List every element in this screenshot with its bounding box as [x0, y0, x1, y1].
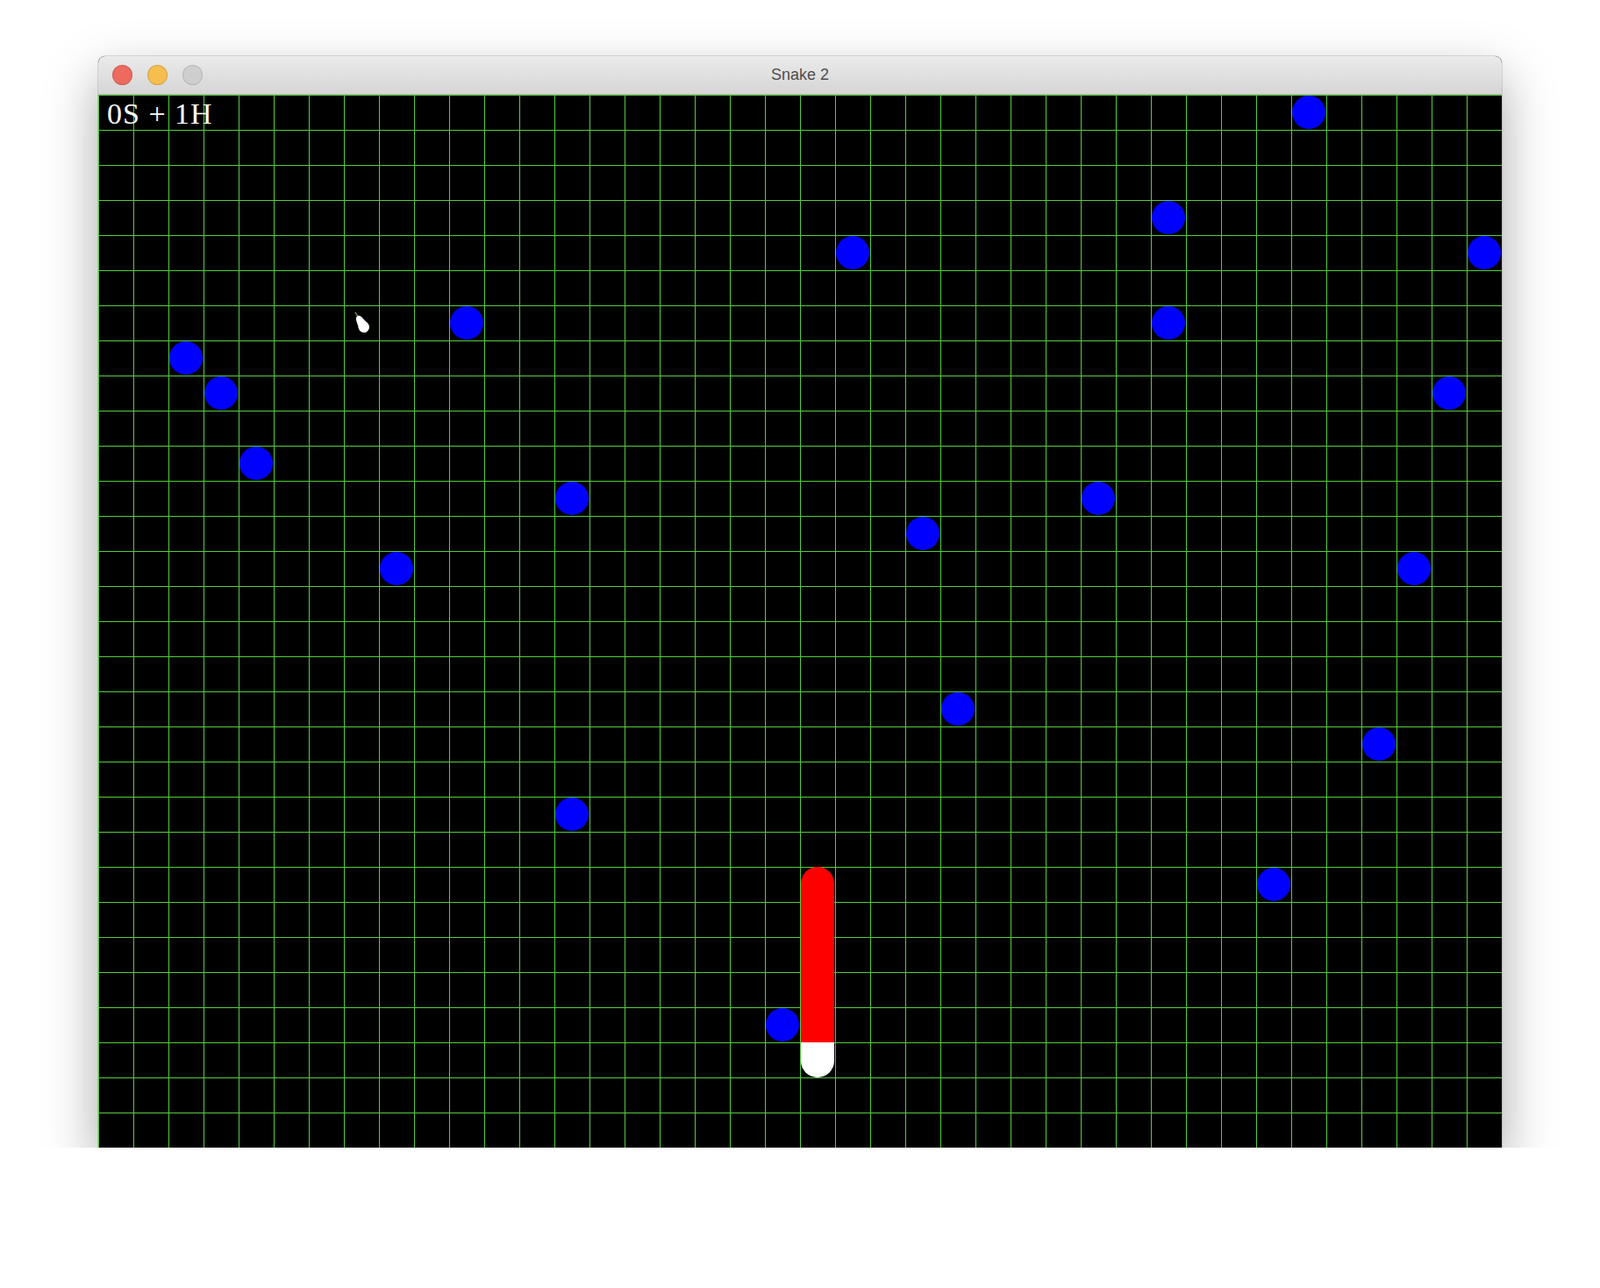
- blue-dot: [1081, 481, 1115, 515]
- snake-body: [800, 971, 835, 1008]
- snake-body: [800, 866, 835, 902]
- blue-dot: [1292, 95, 1326, 129]
- blue-dot: [450, 306, 484, 340]
- blue-dot: [1397, 551, 1431, 586]
- blue-dot: [555, 797, 589, 831]
- window-controls: [112, 64, 772, 86]
- game-board: 0S + 1H: [98, 94, 1502, 1148]
- blue-dot: [379, 551, 414, 586]
- close-button[interactable]: [112, 64, 133, 86]
- pear-icon: [343, 305, 379, 341]
- blue-dot: [1151, 200, 1186, 235]
- snake-body: [800, 1007, 835, 1043]
- blue-dot: [1151, 306, 1186, 340]
- blue-dot: [1432, 376, 1466, 410]
- blue-dot: [941, 692, 975, 726]
- blue-dot: [1467, 235, 1501, 270]
- blue-dot: [555, 481, 589, 515]
- blue-dot: [169, 341, 203, 375]
- title-bar: Snake 2: [98, 56, 1502, 95]
- zoom-button: [182, 64, 203, 86]
- blue-dot: [204, 376, 238, 410]
- score-label: 0S + 1H: [107, 96, 214, 131]
- blue-dot: [239, 446, 273, 480]
- game-window: Snake 2 0S + 1H: [98, 56, 1502, 1148]
- minimize-button[interactable]: [147, 64, 168, 86]
- blue-dot: [1257, 867, 1291, 901]
- blue-dot: [835, 235, 870, 270]
- snake-body: [800, 901, 835, 937]
- window-title: Snake 2: [771, 63, 829, 87]
- blue-dot: [906, 516, 940, 550]
- snake-body: [800, 936, 835, 972]
- blue-dot: [765, 1007, 800, 1042]
- blue-dot: [1362, 727, 1396, 761]
- snake-tail: [800, 1042, 835, 1078]
